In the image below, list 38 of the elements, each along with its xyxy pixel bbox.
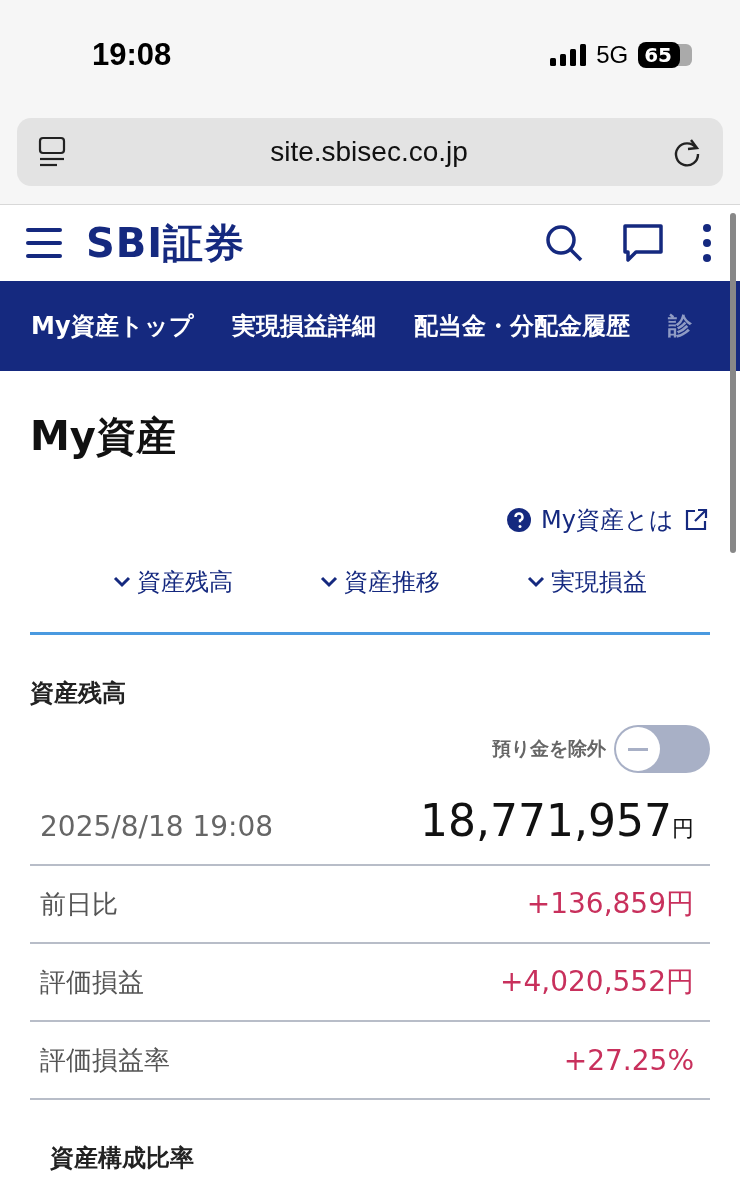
toggle-label: 預り金を除外 [492,736,606,761]
signal-icon [550,44,587,66]
row-value: +27.25% [563,1043,694,1077]
total-balance: 18,771,957 円 [420,795,694,846]
row-label: 前日比 [40,887,118,921]
section-heading: 資産残高 [30,678,127,709]
url-text: site.sbisec.co.jp [270,136,468,168]
section-heading: 資産構成比率 [50,1143,195,1174]
row-value: +136,859円 [526,886,694,922]
row-label: 評価損益率 [40,1043,170,1077]
nav-tab[interactable]: 配当金・分配金履歴 [413,310,630,342]
help-icon [507,508,532,532]
anchor-link[interactable]: 資産推移 [320,566,440,598]
help-link[interactable]: My資産とは [541,504,674,536]
anchor-link[interactable]: 実現損益 [526,566,647,598]
nav-tab[interactable]: My資産トップ [31,310,194,342]
address-bar[interactable]: site.sbisec.co.jp [17,118,723,186]
more-icon[interactable] [702,223,712,263]
nav-tab[interactable]: 診 [667,310,692,342]
row-value: +4,020,552円 [500,964,694,1000]
nav-tab[interactable]: 実現損益詳細 [231,310,376,342]
chevron-down-icon [526,576,545,588]
scrollbar[interactable] [730,213,736,553]
chevron-down-icon [113,576,132,588]
search-icon[interactable] [544,223,584,263]
network-label: 5G [596,41,629,69]
external-link-icon [684,508,708,532]
exclude-deposit-toggle[interactable] [614,725,710,773]
logo[interactable]: SBI証券 [86,215,246,271]
menu-icon[interactable] [26,226,64,260]
row-label: 評価損益 [40,965,144,999]
page-menu-icon[interactable] [37,136,67,168]
page-title: My資産 [30,412,177,461]
anchor-link[interactable]: 資産残高 [113,566,234,598]
chevron-down-icon [320,576,338,588]
chat-icon[interactable] [622,222,664,264]
status-time: 19:08 [92,37,172,73]
timestamp: 2025/8/18 19:08 [40,810,274,843]
